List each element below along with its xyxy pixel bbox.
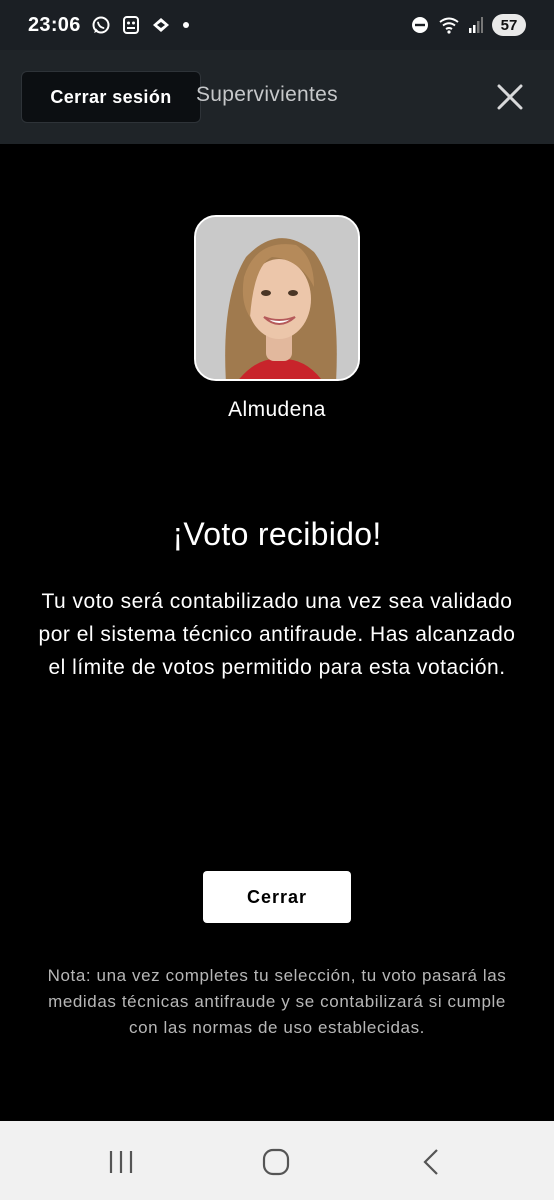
status-time: 23:06 xyxy=(28,13,81,36)
signal-icon xyxy=(469,17,483,33)
wifi-icon xyxy=(439,17,459,34)
candidate-name: Almudena xyxy=(228,398,326,421)
candidate-photo xyxy=(196,217,358,379)
app-icon xyxy=(122,16,139,34)
system-nav-bar xyxy=(0,1121,554,1200)
close-icon[interactable] xyxy=(496,83,524,111)
dnd-icon xyxy=(412,17,428,33)
back-icon[interactable] xyxy=(417,1147,447,1177)
app-icon-2 xyxy=(152,18,169,32)
battery-indicator: 57 xyxy=(492,14,526,36)
dot-icon xyxy=(182,22,189,28)
close-button[interactable]: Cerrar xyxy=(203,871,351,923)
home-icon[interactable] xyxy=(261,1147,291,1177)
status-right: 57 xyxy=(411,14,526,36)
confirmation-message: Tu voto será contabilizado una vez sea v… xyxy=(38,590,516,679)
candidate-avatar xyxy=(194,215,360,381)
status-bar: 23:06 57 xyxy=(0,0,554,50)
status-left: 23:06 xyxy=(28,14,189,37)
logout-button[interactable]: Cerrar sesión xyxy=(21,71,201,123)
app-bar: Cerrar sesión Supervivientes xyxy=(0,50,554,144)
whatsapp-icon xyxy=(92,16,110,34)
recents-icon[interactable] xyxy=(106,1147,136,1177)
page-title: Supervivientes xyxy=(196,83,338,106)
antifraud-note: Nota: una vez completes tu selección, tu… xyxy=(47,966,507,1037)
confirmation-heading: ¡Voto recibido! xyxy=(172,516,382,552)
